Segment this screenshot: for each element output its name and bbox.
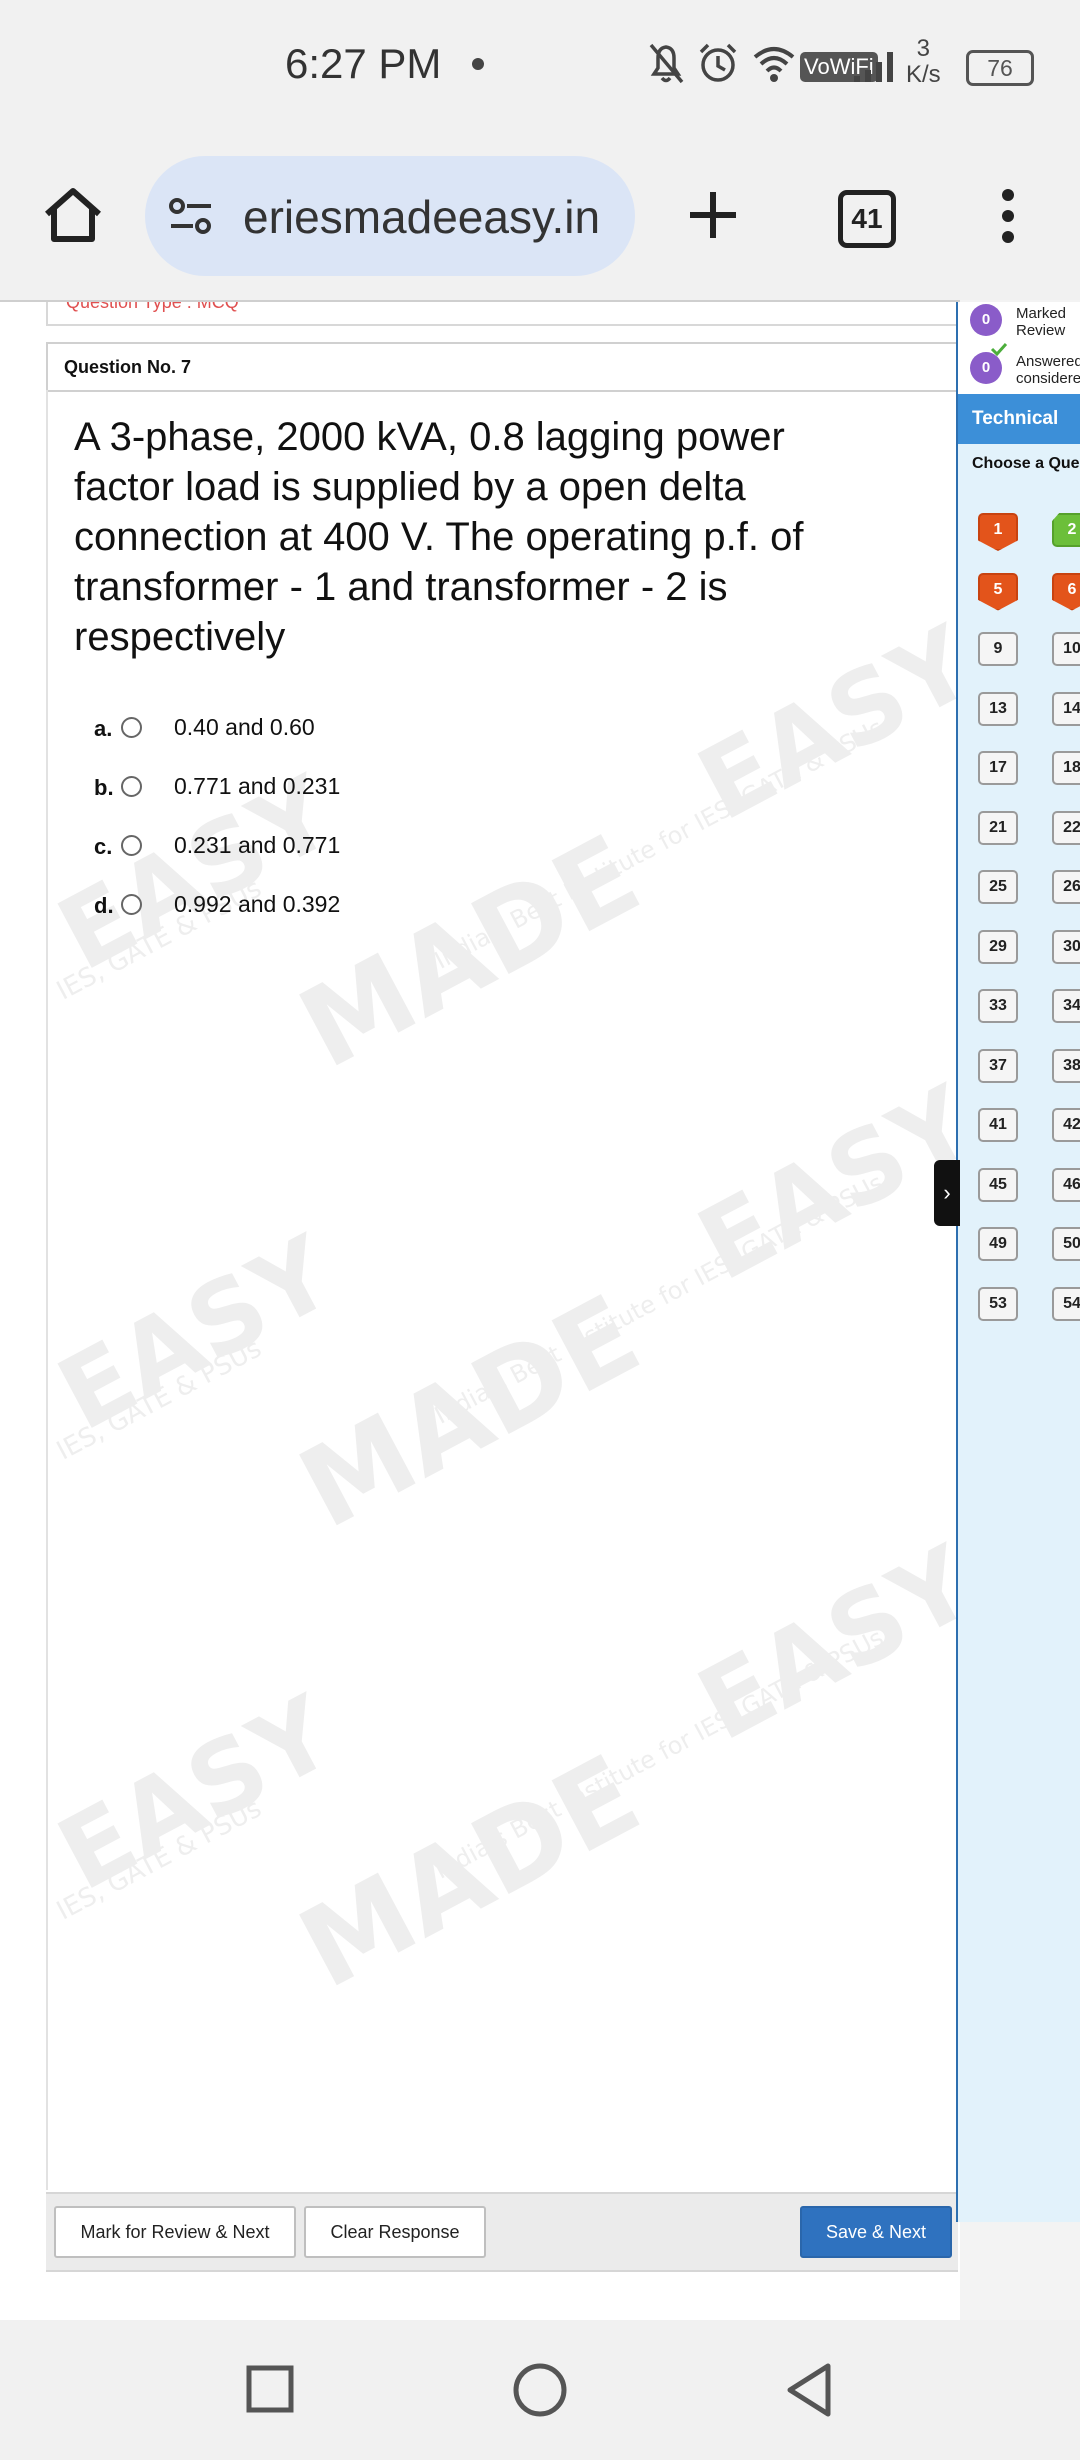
question-palette-button[interactable]: 14 <box>1052 691 1080 726</box>
answered-marked-count: 0 <box>970 352 1002 384</box>
question-palette-button[interactable]: 38 <box>1052 1048 1080 1083</box>
question-palette-button[interactable]: 53 <box>978 1286 1018 1321</box>
home-circle-icon[interactable] <box>512 2362 568 2418</box>
question-palette-button[interactable]: 54 <box>1052 1286 1080 1321</box>
question-text: A 3-phase, 2000 kVA, 0.8 lagging power f… <box>74 415 804 659</box>
option-text: 0.231 and 0.771 <box>174 832 341 858</box>
question-palette-button[interactable]: 18 <box>1052 751 1080 785</box>
question-palette-button[interactable]: 1 <box>978 513 1018 551</box>
question-type-label: Question Type : MCQ <box>66 302 239 312</box>
home-icon[interactable] <box>42 186 104 244</box>
option-letter: a. <box>94 716 113 741</box>
option-radio[interactable] <box>121 717 142 738</box>
back-triangle-icon[interactable] <box>784 2362 834 2418</box>
choose-question-label: Choose a Ques <box>972 455 1080 472</box>
question-palette-button[interactable]: 29 <box>978 929 1018 964</box>
question-header: Question No. 7 <box>46 342 958 392</box>
question-grid: 1 2 5 6 9 10 13 14 17 18 21 22 25 26 29 30 33 34 37 38 41 42 4… <box>958 500 1080 1340</box>
legend-label-line: considere <box>1016 370 1080 387</box>
tab-switcher-button[interactable]: 41 <box>838 190 896 248</box>
option-text: 0.771 and 0.231 <box>174 773 341 799</box>
notification-dot-icon <box>472 58 484 70</box>
question-palette-button[interactable]: 17 <box>978 751 1018 785</box>
option-radio[interactable] <box>121 835 142 856</box>
marked-review-count: 0 <box>970 304 1002 336</box>
question-palette-button[interactable]: 10 <box>1052 632 1080 666</box>
signal-icon <box>854 52 893 82</box>
question-palette-button[interactable]: 33 <box>978 989 1018 1023</box>
action-bar: Mark for Review & Next Clear Response Sa… <box>46 2192 958 2272</box>
option-letter: b. <box>94 775 114 800</box>
question-palette-button[interactable]: 46 <box>1052 1167 1080 1202</box>
save-next-button[interactable]: Save & Next <box>800 2206 952 2258</box>
question-palette-button[interactable]: 2 <box>1052 513 1080 547</box>
question-palette-button[interactable]: 42 <box>1052 1108 1080 1142</box>
question-palette-button[interactable]: 50 <box>1052 1227 1080 1261</box>
option-radio[interactable] <box>121 894 142 915</box>
question-palette-button[interactable]: 25 <box>978 870 1018 904</box>
question-palette-button[interactable]: 22 <box>1052 810 1080 845</box>
question-palette-button[interactable]: 45 <box>978 1167 1018 1202</box>
battery-indicator: 76 <box>966 50 1034 86</box>
section-tab-technical[interactable]: Technical <box>958 394 1080 444</box>
new-tab-plus-icon[interactable] <box>688 190 738 240</box>
speed-value: 3 <box>916 35 931 62</box>
recents-square-icon[interactable] <box>245 2364 295 2414</box>
legend-label: Answered considere <box>1016 353 1080 387</box>
question-palette-button[interactable]: 34 <box>1052 989 1080 1023</box>
speed-unit: K/s <box>906 61 941 88</box>
clear-response-button[interactable]: Clear Response <box>304 2206 486 2258</box>
option-radio[interactable] <box>121 776 142 797</box>
legend-label-line: Review <box>1016 322 1066 339</box>
question-palette-button[interactable]: 5 <box>978 572 1018 611</box>
legend-label-line: Marked <box>1016 305 1067 322</box>
alarm-icon <box>699 43 737 82</box>
question-palette-button[interactable]: 49 <box>978 1227 1018 1261</box>
legend-area: 0 Marked Review 0 Answered considere <box>958 302 1080 394</box>
option-text: 0.992 and 0.392 <box>174 891 341 917</box>
question-palette-button[interactable]: 30 <box>1052 929 1080 964</box>
legend-label-line: Answered <box>1016 353 1080 370</box>
question-number: Question No. 7 <box>64 357 192 377</box>
option-letter: c. <box>94 834 113 859</box>
network-speed: 3 K/s <box>906 36 941 88</box>
url-text: eriesmadeeasy.in <box>243 191 601 243</box>
question-palette-button[interactable]: 26 <box>1052 870 1080 904</box>
choose-label-clip: Choose a Ques <box>958 444 1080 484</box>
option-letter: d. <box>94 893 114 918</box>
question-palette-button[interactable]: 37 <box>978 1048 1018 1083</box>
question-palette-button[interactable]: 9 <box>978 632 1018 666</box>
question-palette-button[interactable]: 21 <box>978 810 1018 845</box>
status-time: 6:27 PM <box>285 40 442 87</box>
question-palette-button[interactable]: 13 <box>978 691 1018 726</box>
option-text: 0.40 and 0.60 <box>174 714 315 740</box>
mute-bell-icon <box>649 43 684 84</box>
legend-label: Marked Review <box>1016 305 1066 339</box>
panel-collapse-chevron-icon[interactable]: › <box>934 1160 960 1226</box>
question-palette-button[interactable]: 6 <box>1052 572 1080 611</box>
mark-review-next-button[interactable]: Mark for Review & Next <box>54 2206 296 2258</box>
wifi-icon <box>753 47 795 82</box>
address-bar[interactable]: eriesmadeeasy.in <box>145 156 635 276</box>
question-type-panel: Question Type : MCQ <box>46 302 960 326</box>
more-vert-icon[interactable] <box>996 188 1020 244</box>
question-palette-button[interactable]: 41 <box>978 1108 1018 1142</box>
site-settings-icon[interactable] <box>167 196 215 236</box>
